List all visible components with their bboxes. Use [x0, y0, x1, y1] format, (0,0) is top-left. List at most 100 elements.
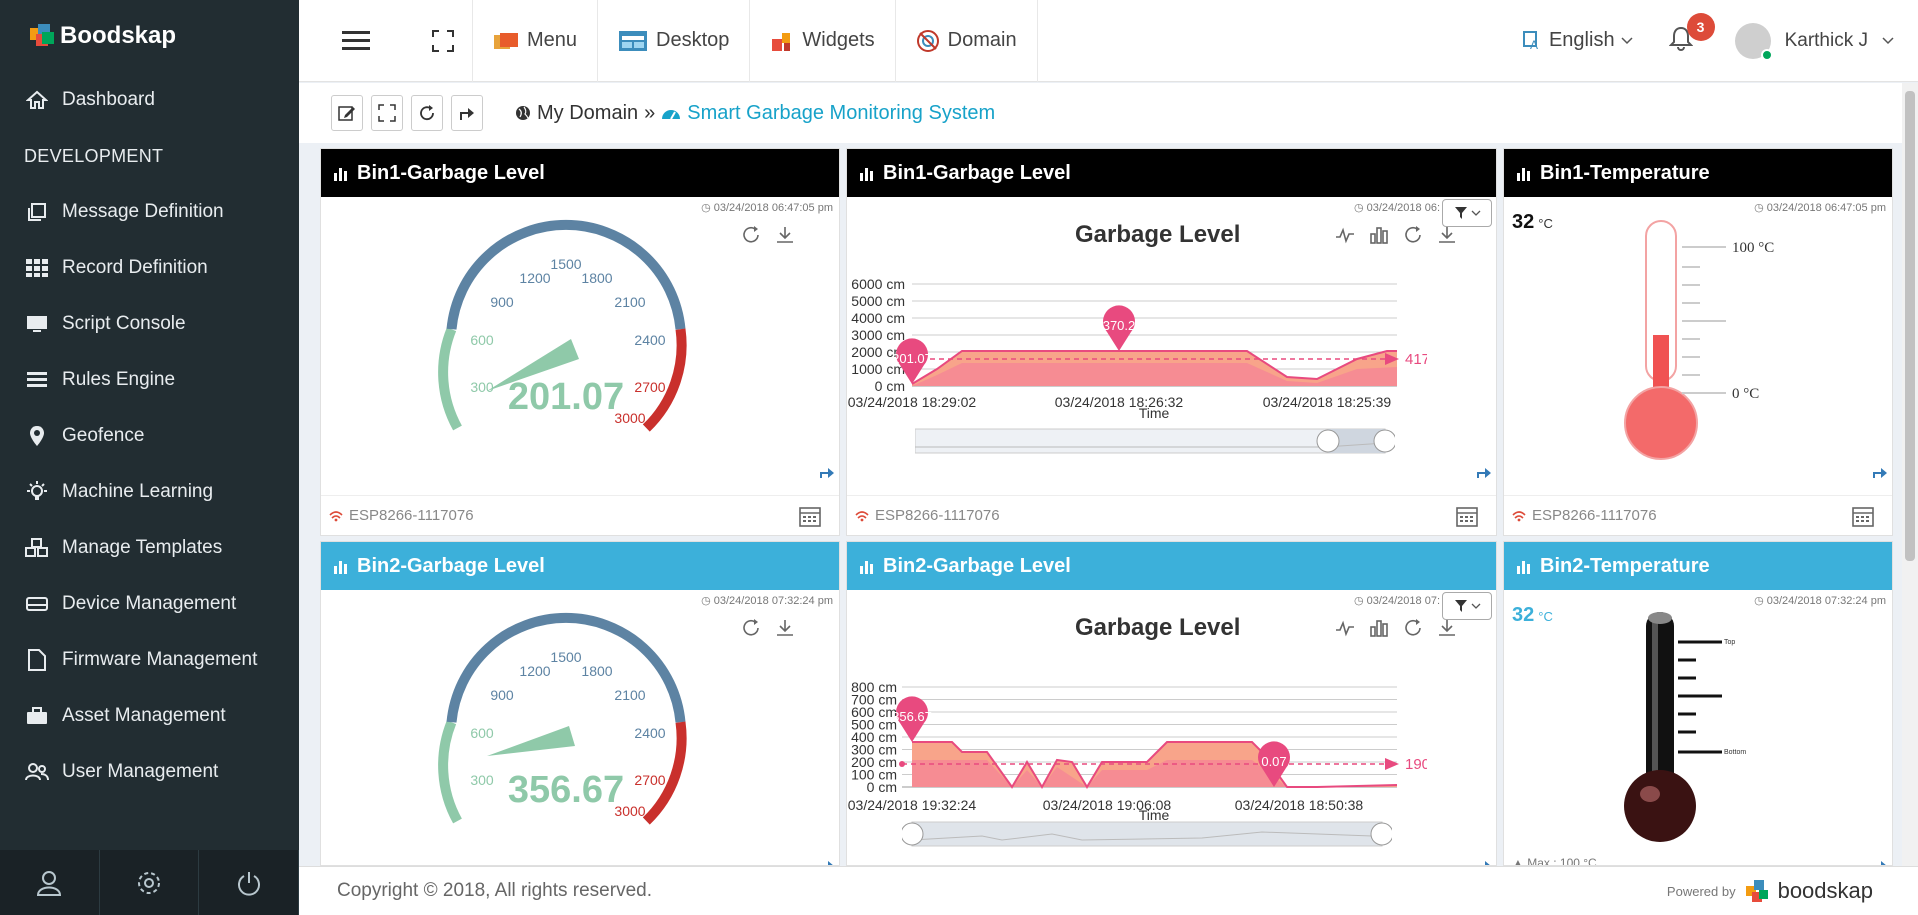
widget-header: Bin2-Temperature	[1504, 542, 1892, 590]
refresh-icon[interactable]	[741, 618, 761, 643]
settings-button[interactable]	[100, 850, 200, 915]
line-area-chart: 0 cm 1000 cm 2000 cm 3000 cm 4000 cm 500…	[848, 276, 1427, 421]
sidebar-item-message-definition[interactable]: Message Definition	[0, 184, 299, 240]
wifi-icon	[329, 510, 343, 522]
breadcrumb-page: Smart Garbage Monitoring System	[687, 101, 996, 124]
line-chart-icon[interactable]	[1335, 618, 1355, 643]
page-footer: Copyright © 2018, All rights reserved. P…	[299, 866, 1918, 915]
refresh-icon[interactable]	[1403, 225, 1423, 250]
profile-button[interactable]	[0, 850, 100, 915]
sidebar-toggle-button[interactable]	[299, 0, 413, 82]
app-logo[interactable]: Boodskap	[0, 0, 299, 72]
widgets-label: Widgets	[802, 29, 875, 51]
line-area-chart: 0 cm 100 cm 200 cm 300 cm 400 cm 500 cm …	[848, 679, 1427, 822]
sidebar-item-manage-templates[interactable]: Manage Templates	[0, 520, 299, 576]
notifications-button[interactable]: 3	[1668, 13, 1715, 56]
calendar-icon[interactable]	[799, 505, 821, 527]
sidebar-item-device-management[interactable]: Device Management	[0, 576, 299, 632]
edit-dashboard-button[interactable]	[331, 95, 363, 131]
widget-bin2-temperature: Bin2-Temperature ◷ 03/24/2018 07:32:24 p…	[1503, 541, 1893, 866]
language-selector[interactable]: A English	[1522, 29, 1633, 52]
share-icon[interactable]	[819, 465, 835, 479]
thermometer: 100 °C 0 °C	[1624, 220, 1774, 460]
range-slider[interactable]	[902, 814, 1392, 854]
y-tick: 5000 cm	[851, 293, 905, 309]
download-icon[interactable]	[1437, 225, 1457, 250]
calendar-icon[interactable]	[1852, 505, 1874, 527]
user-menu[interactable]: Karthick J	[1734, 22, 1894, 61]
download-icon[interactable]	[775, 618, 795, 643]
widget-bin1-temperature: Bin1-Temperature ◷ 03/24/2018 06:47:05 p…	[1503, 148, 1893, 536]
bar-chart-icon	[1516, 165, 1532, 181]
widget-timestamp: ◷ 03/24/2018 06:	[1353, 202, 1440, 214]
gauge-tick: 1800	[581, 663, 612, 679]
x-tick: 03/24/2018 19:32:24	[848, 797, 977, 813]
desktop-button[interactable]: Desktop	[598, 0, 751, 82]
sidebar-item-geofence[interactable]: Geofence	[0, 408, 299, 464]
chevron-down-icon	[1621, 36, 1633, 44]
fullscreen-dashboard-button[interactable]	[371, 95, 403, 131]
widget-bin2-garbage-chart: Bin2-Garbage Level ◷ 03/24/2018 07: Garb…	[846, 541, 1497, 866]
share-icon[interactable]	[819, 858, 835, 865]
logout-button[interactable]	[199, 850, 300, 915]
sidebar-item-user-management[interactable]: User Management	[0, 744, 299, 800]
domain-button[interactable]: Domain	[896, 0, 1038, 82]
widgets-button[interactable]: Widgets	[750, 0, 896, 82]
temperature-readout: 32 °C	[1512, 211, 1553, 234]
bar-chart-icon[interactable]	[1369, 225, 1389, 250]
share-icon[interactable]	[1872, 858, 1888, 865]
sidebar-item-rules-engine[interactable]: Rules Engine	[0, 352, 299, 408]
sidebar-item-dashboard[interactable]: Dashboard	[0, 72, 299, 128]
range-handle-left[interactable]	[1316, 429, 1340, 453]
download-icon[interactable]	[775, 225, 795, 250]
user-name: Karthick J	[1784, 29, 1868, 51]
download-icon[interactable]	[1437, 618, 1457, 643]
menu-button[interactable]: Menu	[473, 0, 599, 82]
widget-header: Bin2-Garbage Level	[847, 542, 1496, 590]
widget-footer: ESP8266-1117076	[321, 495, 839, 535]
sidebar-item-label: Manage Templates	[62, 537, 223, 558]
breadcrumb-domain[interactable]: My Domain	[537, 102, 638, 125]
online-status-dot	[1760, 48, 1773, 61]
vertical-scrollbar[interactable]	[1902, 83, 1918, 866]
widget-title: Bin1-Temperature	[1540, 161, 1710, 184]
gauge-tick: 2700	[634, 379, 665, 395]
domain-label: Domain	[947, 29, 1017, 51]
refresh-icon[interactable]	[741, 225, 761, 250]
gauge-tick: 2400	[634, 332, 665, 348]
fullscreen-button[interactable]	[413, 0, 473, 82]
monitor-icon	[24, 315, 50, 333]
sidebar-item-asset-management[interactable]: Asset Management	[0, 688, 299, 744]
range-handle-right[interactable]	[1373, 429, 1395, 453]
bar-chart-icon	[859, 165, 875, 181]
gauge-tick: 1800	[581, 270, 612, 286]
bar-chart-icon[interactable]	[1369, 618, 1389, 643]
sidebar-item-record-definition[interactable]: Record Definition	[0, 240, 299, 296]
language-label: English	[1548, 29, 1615, 51]
widget-header: Bin1-Temperature	[1504, 149, 1892, 197]
sidebar-item-firmware-management[interactable]: Firmware Management	[0, 632, 299, 688]
sidebar-item-script-console[interactable]: Script Console	[0, 296, 299, 352]
scale-max-label: 100 °C	[1732, 240, 1774, 256]
calendar-icon[interactable]	[1456, 505, 1478, 527]
share-icon[interactable]	[1872, 465, 1888, 479]
range-handle-left[interactable]	[902, 822, 924, 846]
filter-button[interactable]	[1442, 199, 1492, 227]
sidebar-footer	[0, 850, 300, 915]
power-icon	[237, 871, 260, 896]
lightbulb-icon	[24, 481, 50, 503]
share-dashboard-button[interactable]	[451, 95, 483, 131]
refresh-dashboard-button[interactable]	[411, 95, 443, 131]
line-chart-icon[interactable]	[1335, 225, 1355, 250]
sidebar-item-machine-learning[interactable]: Machine Learning	[0, 464, 299, 520]
share-icon[interactable]	[1476, 858, 1492, 865]
share-icon[interactable]	[1476, 465, 1492, 479]
widget-timestamp: ◷ 03/24/2018 07:32:24 pm	[1754, 595, 1886, 607]
range-handle-right[interactable]	[1370, 822, 1392, 846]
widget-tools	[741, 618, 795, 643]
range-slider[interactable]	[915, 421, 1395, 461]
filter-button[interactable]	[1442, 592, 1492, 620]
file-icon	[24, 649, 50, 671]
refresh-icon[interactable]	[1403, 618, 1423, 643]
scrollbar-thumb[interactable]	[1905, 91, 1915, 561]
